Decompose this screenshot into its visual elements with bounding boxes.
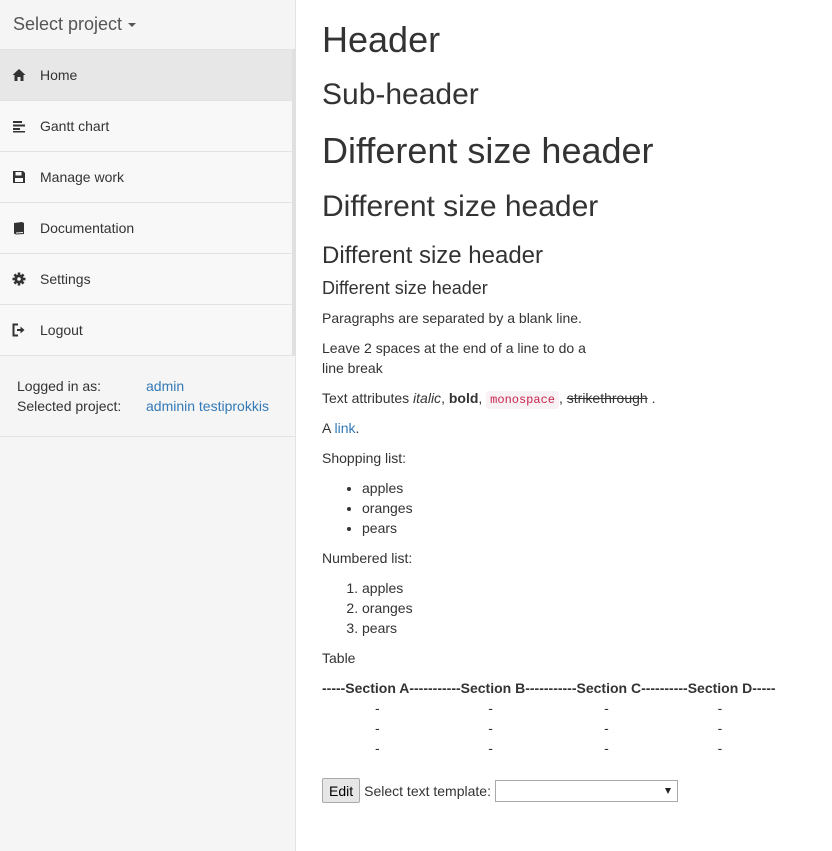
table-label: Table bbox=[322, 650, 356, 666]
sidebar-item-label: Manage work bbox=[40, 169, 125, 185]
different-size-header-3: Different size header bbox=[322, 242, 544, 269]
table-header-section-d: -----Section D----- bbox=[664, 680, 776, 696]
table-cell: - bbox=[375, 740, 380, 756]
table-header-section-b: ------Section B----- bbox=[432, 680, 549, 696]
table-cell: - bbox=[717, 700, 723, 716]
text-attributes-paragraph: Text attributes italic, bold, monospace,… bbox=[322, 390, 656, 409]
attrs-prefix: Text attributes bbox=[322, 390, 414, 406]
table-cell: - bbox=[375, 700, 380, 716]
numbered-list: apples oranges pears bbox=[322, 578, 413, 638]
paragraph-1: Paragraphs are separated by a blank line… bbox=[322, 310, 582, 326]
different-size-header-2: Different size header bbox=[322, 190, 599, 223]
table-row: - - - - bbox=[322, 738, 776, 758]
list-item: apples bbox=[362, 478, 413, 498]
table-header-section-a: -----Section A----- bbox=[322, 680, 433, 696]
list-item: pears bbox=[362, 518, 413, 538]
edit-button[interactable]: Edit bbox=[322, 778, 361, 803]
table-cell: - bbox=[488, 740, 493, 756]
italic-text: italic bbox=[413, 390, 442, 406]
link-prefix: A bbox=[322, 420, 335, 436]
shopping-list-label: Shopping list: bbox=[322, 450, 407, 466]
table-cell: - bbox=[604, 720, 609, 736]
strikethrough-text: strikethrough bbox=[566, 390, 648, 406]
text-template-select[interactable] bbox=[494, 779, 678, 802]
table-cell: - bbox=[604, 700, 609, 716]
sidebar-nav: Home Gantt chart Manage work Documentati… bbox=[0, 49, 296, 355]
sidebar-item-label: Documentation bbox=[40, 220, 135, 236]
table-cell: - bbox=[375, 720, 380, 736]
sidebar-item-documentation[interactable]: Documentation bbox=[0, 202, 292, 253]
numbered-list-label: Numbered list: bbox=[322, 550, 413, 566]
dropdown-arrow-icon bbox=[664, 787, 671, 794]
shopping-list: apples oranges pears bbox=[322, 478, 413, 538]
logged-in-label: Logged in as: bbox=[17, 378, 102, 394]
subheader-h2: Sub-header bbox=[322, 78, 479, 111]
different-size-header-4: Different size header bbox=[322, 278, 488, 298]
table-cell: - bbox=[717, 740, 723, 756]
paragraph-2: Leave 2 spaces at the end of a line to d… bbox=[322, 338, 586, 378]
different-size-header-1: Different size header bbox=[322, 130, 654, 171]
monospace-text: monospace bbox=[486, 391, 559, 409]
list-item: apples bbox=[362, 578, 413, 598]
template-select-label: Select text template: bbox=[364, 782, 491, 799]
sidebar-item-home[interactable]: Home bbox=[0, 49, 292, 100]
table-cell: - bbox=[488, 720, 493, 736]
sidebar-item-settings[interactable]: Settings bbox=[0, 253, 292, 304]
sidebar-item-manage-work[interactable]: Manage work bbox=[0, 151, 292, 202]
table-header-section-c: ------Section C----- bbox=[548, 680, 665, 696]
selected-project-label: Selected project: bbox=[17, 398, 122, 414]
bold-text: bold bbox=[448, 390, 479, 406]
link-suffix: . bbox=[355, 420, 360, 436]
table-cell: - bbox=[717, 720, 723, 736]
table-cell: - bbox=[488, 700, 493, 716]
text-link[interactable]: link bbox=[334, 420, 355, 436]
logout-icon bbox=[12, 323, 26, 337]
table-cell: - bbox=[604, 740, 609, 756]
link-paragraph: A link. bbox=[322, 418, 359, 438]
header-h1: Header bbox=[322, 19, 441, 60]
editor-controls: Edit Select text template: bbox=[322, 778, 678, 803]
home-icon bbox=[12, 68, 26, 82]
paragraph-2-line-1: Leave 2 spaces at the end of a line to d… bbox=[322, 340, 586, 356]
table-row: - - - - bbox=[322, 718, 776, 738]
book-icon bbox=[12, 221, 26, 235]
sidebar-item-gantt-chart[interactable]: Gantt chart bbox=[0, 100, 292, 151]
markdown-table: -----Section A----- ------Section B-----… bbox=[322, 678, 776, 758]
floppy-disk-icon bbox=[12, 170, 26, 184]
sidebar-item-logout[interactable]: Logout bbox=[0, 304, 292, 355]
sidebar-item-label: Home bbox=[40, 67, 78, 83]
table-row: - - - - bbox=[322, 698, 776, 718]
paragraph-2-line-2: line break bbox=[322, 360, 383, 376]
caret-down-icon bbox=[128, 23, 137, 28]
sidebar-item-label: Settings bbox=[40, 271, 91, 287]
sidebar-item-label: Logout bbox=[40, 322, 83, 338]
sidebar: Select project Home Gantt chart Manage w… bbox=[0, 0, 296, 851]
selected-project-link[interactable]: adminin testiprokkis bbox=[146, 396, 269, 416]
login-info: Logged in as: admin Selected project: ad… bbox=[0, 355, 295, 437]
project-select-dropdown[interactable]: Select project bbox=[0, 0, 295, 49]
logged-in-user-link[interactable]: admin bbox=[146, 376, 184, 396]
project-select-label: Select project bbox=[13, 14, 123, 34]
list-item: pears bbox=[362, 618, 413, 638]
list-item: oranges bbox=[362, 498, 413, 518]
gantt-icon bbox=[12, 119, 26, 133]
sidebar-item-label: Gantt chart bbox=[40, 118, 110, 134]
list-item: oranges bbox=[362, 598, 413, 618]
gear-icon bbox=[12, 272, 26, 286]
